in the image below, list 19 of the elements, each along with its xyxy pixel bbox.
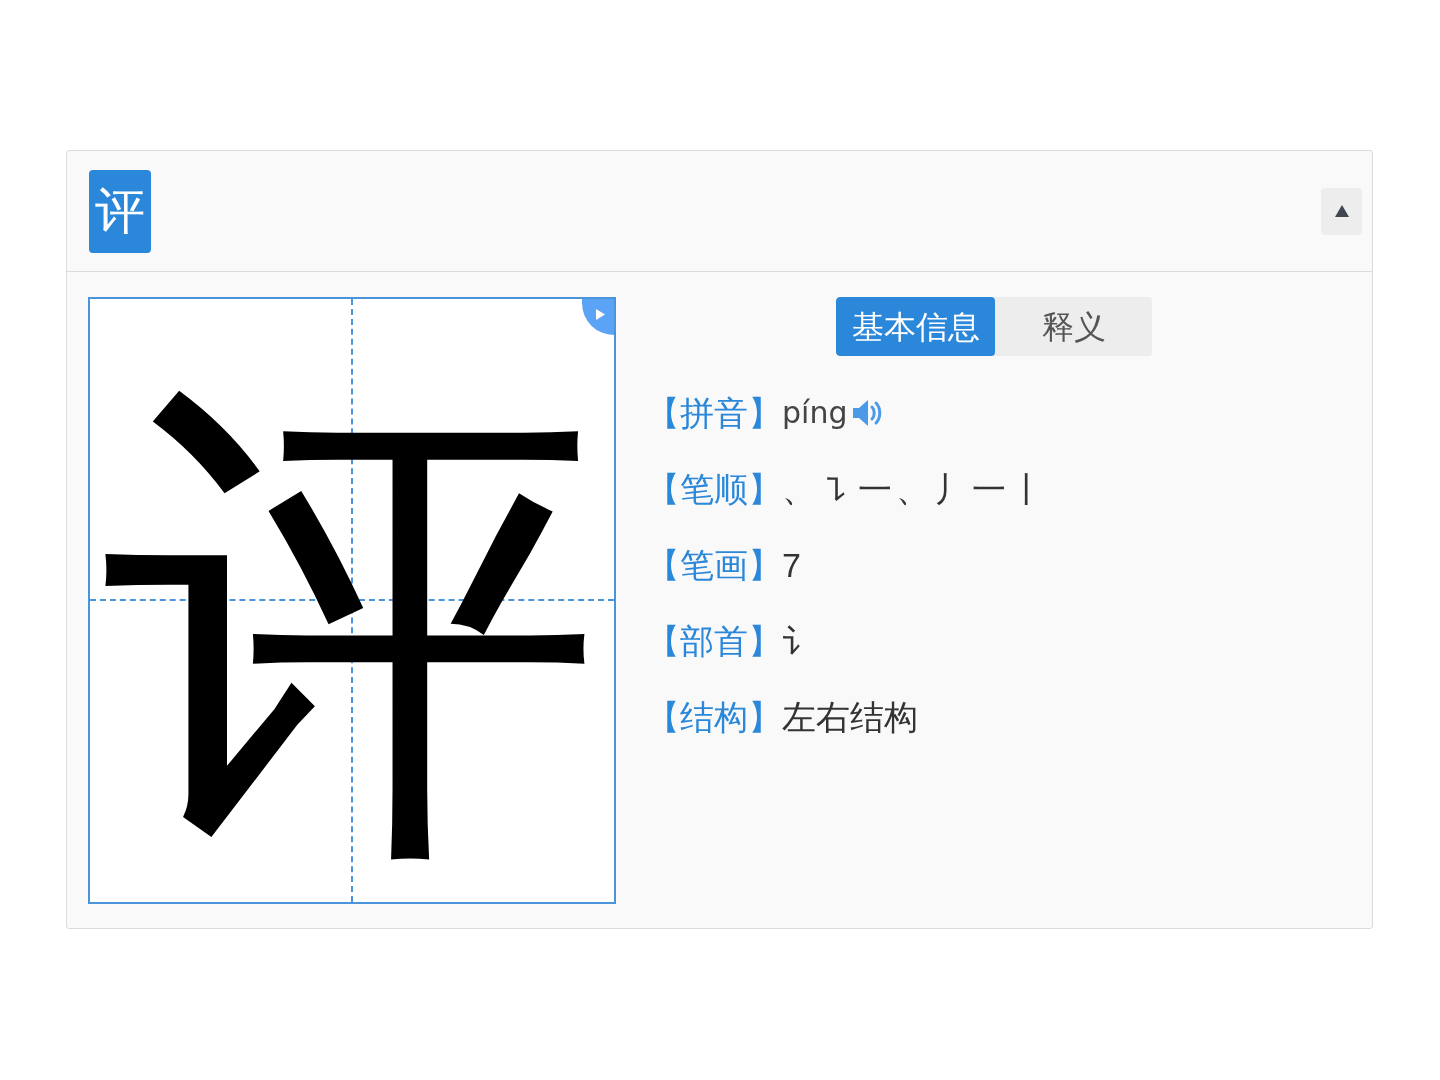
field-label: 【笔顺】	[646, 472, 782, 506]
tab[interactable]: 基本信息	[836, 297, 995, 356]
character-glyph: 评	[102, 375, 602, 876]
field-value: 讠	[782, 624, 816, 658]
speaker-button[interactable]	[851, 398, 884, 428]
field-value: 左右结构	[782, 700, 918, 734]
caret-up-icon	[1334, 205, 1349, 217]
speaker-icon	[851, 398, 884, 428]
stroke-order-text: 、㇊一、丿一丨	[782, 472, 1048, 506]
character-badge: 评	[89, 169, 151, 253]
pinyin-text: píng	[782, 398, 848, 428]
field-label: 【拼音】	[646, 396, 782, 430]
collapse-button[interactable]	[1321, 187, 1362, 235]
field-label: 【笔画】	[646, 548, 782, 582]
play-button[interactable]	[582, 299, 614, 335]
field-label: 【部首】	[646, 624, 782, 658]
field-value: 7	[782, 548, 801, 582]
field-label: 【结构】	[646, 700, 782, 734]
play-icon	[596, 309, 605, 320]
